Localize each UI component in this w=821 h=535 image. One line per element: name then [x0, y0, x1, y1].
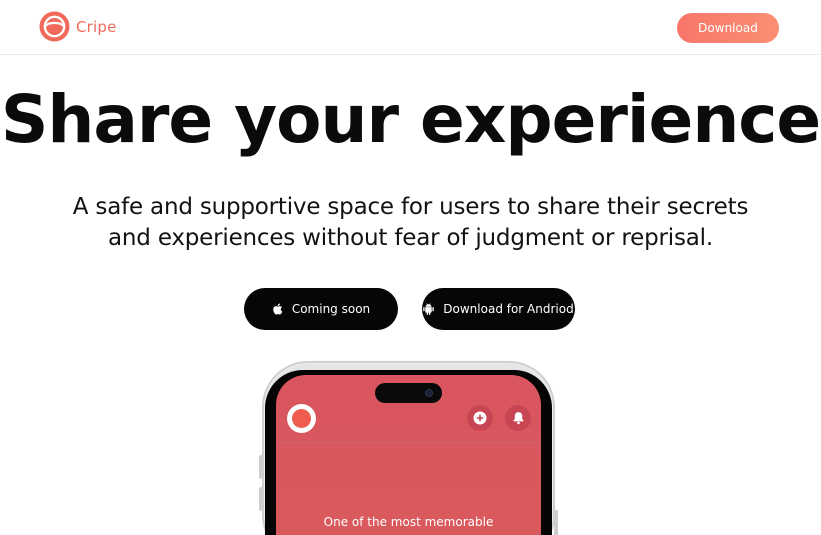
android-button-label: Download for Andriod — [443, 302, 574, 316]
app-add-button[interactable] — [467, 405, 493, 431]
ios-button-label: Coming soon — [291, 302, 371, 316]
brand-name: Cripe — [76, 17, 117, 36]
hero-title: Share your experience — [0, 81, 821, 158]
app-header-divider — [276, 442, 541, 443]
hero-subtitle-line1: A safe and supportive space for users to… — [72, 194, 749, 220]
app-post-text: One of the most memorable — [323, 515, 494, 529]
apple-icon — [273, 303, 283, 315]
bell-icon — [512, 412, 524, 425]
phone-power-button — [554, 510, 558, 535]
ios-coming-soon-button[interactable]: Coming soon — [244, 288, 398, 330]
phone-camera — [425, 389, 433, 397]
app-avatar[interactable] — [287, 404, 316, 433]
top-nav: Cripe Download — [0, 0, 821, 55]
brand-link[interactable]: Cripe — [39, 11, 117, 42]
app-notifications-button[interactable] — [505, 405, 531, 431]
android-download-button[interactable]: Download for Andriod — [422, 288, 575, 330]
avatar-dot — [292, 409, 311, 428]
hero-subtitle-line2: and experiences without fear of judgment… — [108, 225, 713, 251]
plus-circle-icon — [473, 411, 487, 425]
nav-download-button[interactable]: Download — [677, 13, 779, 43]
hero-subtitle: A safe and supportive space for users to… — [40, 192, 781, 254]
cripe-logo-icon — [39, 11, 70, 42]
phone-volume-button — [259, 455, 263, 479]
phone-volume-button — [259, 487, 263, 511]
android-icon — [423, 303, 435, 315]
